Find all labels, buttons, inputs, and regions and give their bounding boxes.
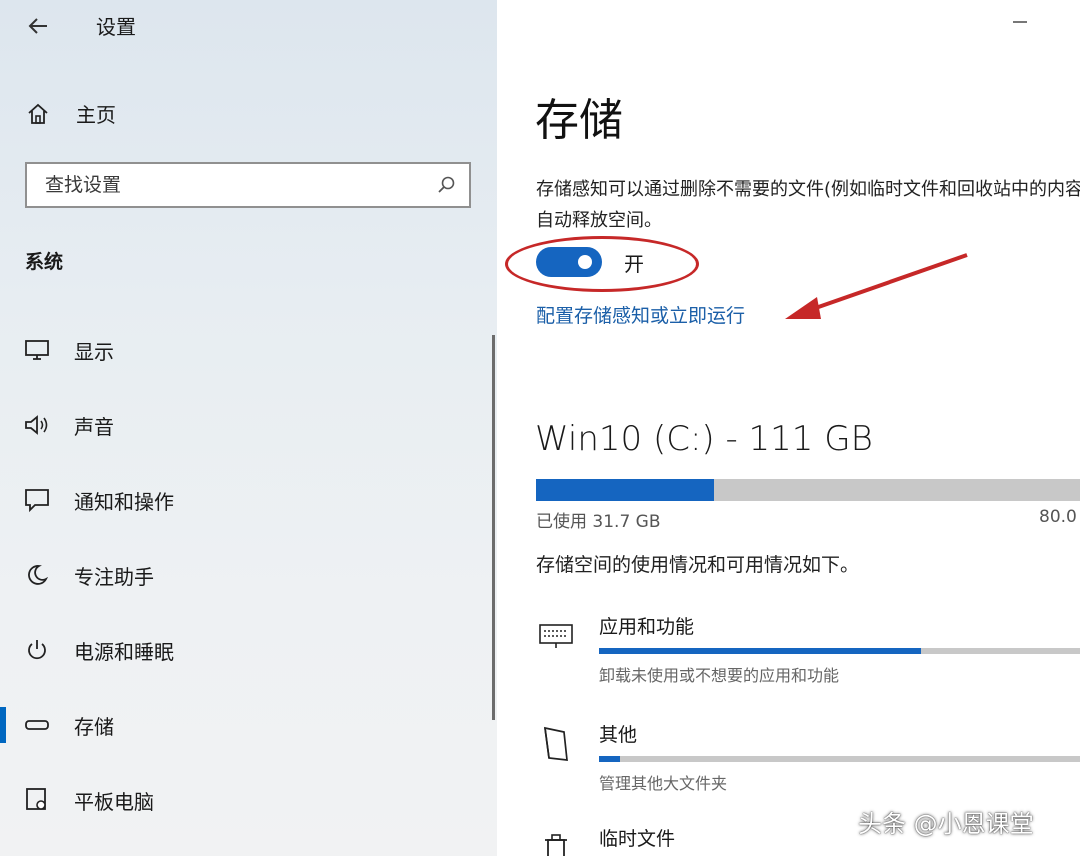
category-usage-bar: [599, 756, 1080, 762]
category-other[interactable]: 其他 管理其他大文件夹: [536, 720, 1080, 800]
search-box[interactable]: [25, 162, 471, 208]
sidebar-item-label: 通知和操作: [74, 489, 174, 514]
page-title: 存储: [535, 95, 623, 146]
drive-usage-bar: [536, 479, 1080, 501]
sidebar-item-label: 平板电脑: [74, 789, 154, 814]
annotation-ellipse: [505, 236, 699, 292]
sidebar-item-storage[interactable]: 存储: [0, 705, 492, 745]
sidebar-scrollbar[interactable]: [492, 335, 495, 720]
speaker-icon: [22, 410, 52, 440]
category-description: 管理其他大文件夹: [599, 774, 728, 793]
sidebar-item-sound[interactable]: 声音: [22, 405, 492, 445]
search-icon[interactable]: [437, 176, 455, 194]
storage-sense-description: 存储感知可以通过删除不需要的文件(例如临时文件和回收站中的内容)自动释放空间。: [536, 179, 1080, 231]
category-apps-features[interactable]: 应用和功能 卸载未使用或不想要的应用和功能: [536, 612, 1080, 692]
sidebar-item-power-sleep[interactable]: 电源和睡眠: [22, 630, 492, 670]
category-usage-fill: [599, 756, 620, 762]
drive-used-label: 已使用 31.7 GB: [536, 512, 661, 532]
storage-drive-icon: [22, 710, 52, 740]
app-title: 设置: [96, 15, 136, 39]
section-label-system: 系统: [25, 251, 64, 273]
minimize-button[interactable]: [1013, 21, 1027, 23]
notification-icon: [22, 485, 52, 515]
storage-summary-text: 存储空间的使用情况和可用情况如下。: [536, 554, 860, 576]
sidebar-item-focus-assist[interactable]: 专注助手: [22, 555, 492, 595]
power-icon: [22, 635, 52, 665]
category-name: 临时文件: [599, 828, 676, 850]
sidebar-item-label: 声音: [74, 414, 114, 439]
configure-storage-sense-link[interactable]: 配置存储感知或立即运行: [536, 301, 745, 328]
watermark: 头条 @小恩课堂: [858, 810, 1034, 838]
moon-icon: [22, 560, 52, 590]
sidebar-item-notifications[interactable]: 通知和操作: [22, 480, 492, 520]
home-icon: [28, 103, 48, 124]
drive-free-label: 80.0: [1039, 507, 1077, 527]
sidebar-item-label: 电源和睡眠: [74, 639, 174, 664]
annotation-arrow: [785, 253, 968, 319]
back-arrow-icon: [28, 18, 47, 34]
category-usage-bar: [599, 648, 1080, 654]
sidebar-item-tablet[interactable]: 平板电脑: [22, 780, 492, 820]
search-input[interactable]: [43, 173, 437, 197]
tablet-icon: [22, 785, 52, 815]
category-usage-fill: [599, 648, 922, 654]
main-content: 存储 存储感知可以通过删除不需要的文件(例如临时文件和回收站中的内容)自动释放空…: [497, 0, 1080, 856]
drive-title: Win10 (C:) - 111 GB: [535, 419, 873, 459]
drive-usage-fill: [536, 479, 715, 501]
sidebar-item-display[interactable]: 显示: [22, 330, 492, 370]
sidebar-item-label: 主页: [76, 103, 116, 127]
apps-keyboard-icon: [536, 616, 576, 656]
sidebar-item-label: 显示: [74, 339, 114, 364]
monitor-icon: [22, 335, 52, 365]
sidebar-item-home[interactable]: 主页: [26, 99, 116, 128]
category-description: 卸载未使用或不想要的应用和功能: [599, 666, 840, 685]
category-name: 应用和功能: [599, 616, 695, 638]
trash-icon: [536, 828, 576, 856]
sidebar-item-label: 存储: [74, 714, 114, 739]
back-button[interactable]: [24, 12, 52, 40]
sidebar-item-label: 专注助手: [74, 564, 154, 589]
category-name: 其他: [599, 724, 638, 746]
sidebar: 设置 主页 系统 显示 声音 通知和操作: [0, 0, 497, 856]
folder-icon: [536, 724, 576, 764]
